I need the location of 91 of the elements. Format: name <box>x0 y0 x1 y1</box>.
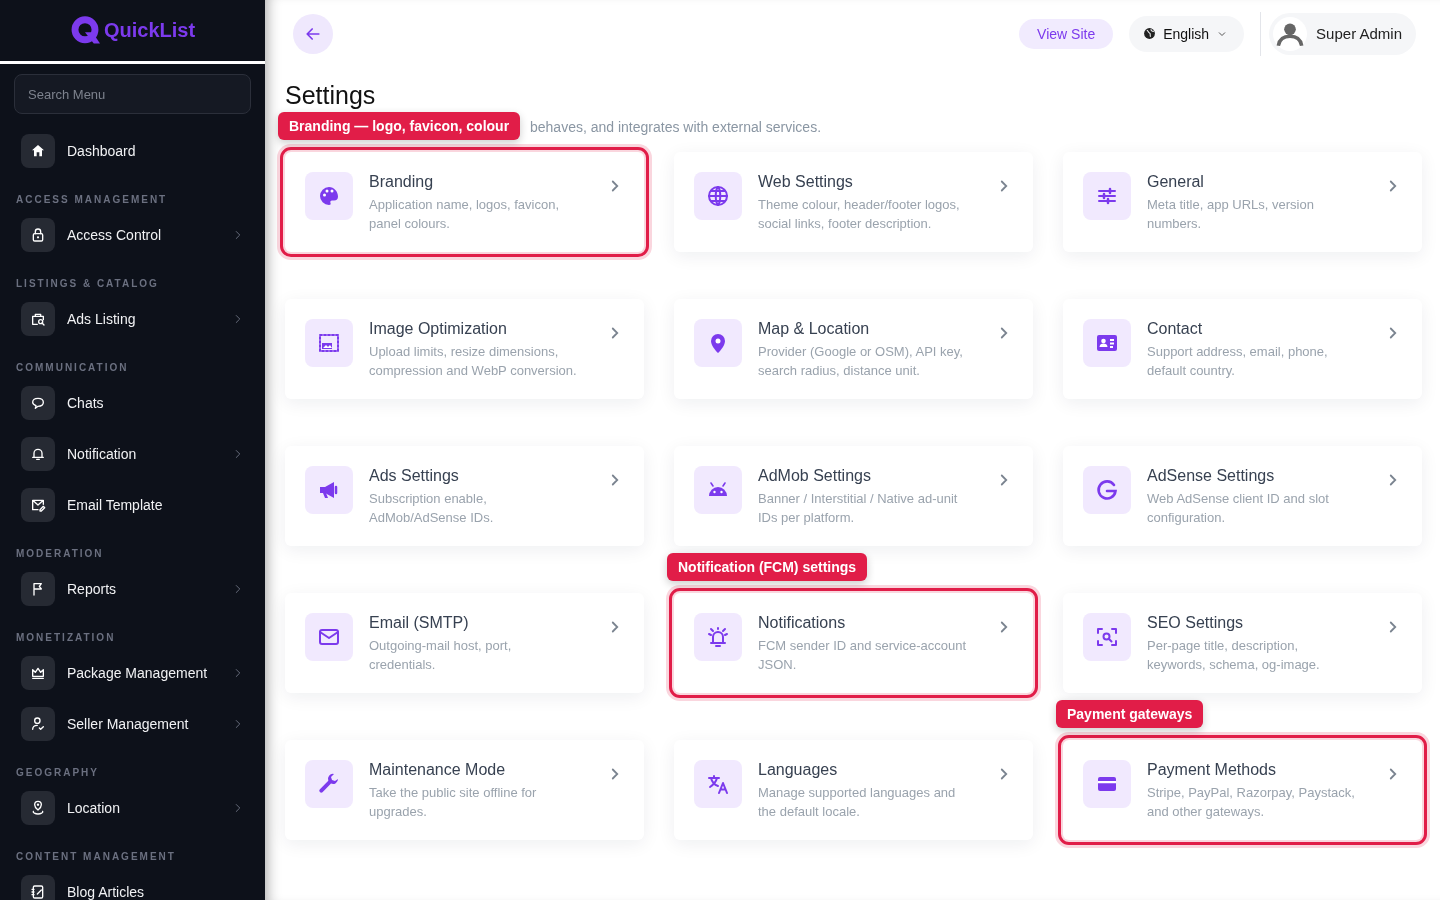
section-heading: LISTINGS & CATALOG <box>16 278 159 289</box>
brand-name: QuickList <box>103 19 196 42</box>
card-title: Branding <box>369 173 434 191</box>
card-title: Web Settings <box>758 173 853 191</box>
settings-card[interactable]: AdMob Settings Banner / Interstitial / Native ad-unit IDs per platform. <box>674 446 1033 546</box>
settings-card[interactable]: Contact Support address, email, phone, default country. <box>1063 299 1422 399</box>
card-description: Take the public site offline for upgrades. <box>369 784 538 821</box>
chat-bubble-icon <box>30 395 46 411</box>
section-heading: GEOGRAPHY <box>16 767 99 778</box>
callout-label: Notification (FCM) settings <box>667 553 868 581</box>
card-description: Stripe, PayPal, Razorpay, Paystack, and other gateways. <box>1147 784 1356 821</box>
translate-icon <box>706 772 730 796</box>
card-description: Outgoing-mail host, port, credentials. <box>369 637 513 674</box>
mail-edit-icon <box>30 497 46 513</box>
section-heading: MODERATION <box>16 548 104 559</box>
card-description: Subscription enable, AdMob/AdSense IDs. <box>369 490 495 527</box>
settings-card[interactable]: General Meta title, app URLs, version numbers. <box>1063 152 1422 252</box>
section-heading: MONETIZATION <box>16 632 116 643</box>
settings-card[interactable]: Web Settings Theme colour, header/footer logos, social links, footer description. <box>674 152 1033 252</box>
globe-icon <box>1143 27 1157 40</box>
user-check-icon <box>30 716 46 732</box>
home-icon <box>30 143 46 159</box>
sidebar-item[interactable]: Seller Management <box>21 707 251 741</box>
sidebar-item[interactable]: Ads Listing <box>21 302 251 336</box>
g-letter-icon <box>1095 478 1119 502</box>
user-menu[interactable]: Super Admin <box>1269 12 1416 55</box>
callout-label: Payment gateways <box>1056 700 1204 728</box>
sidebar-item[interactable]: Reports <box>21 572 251 606</box>
card-title: Email (SMTP) <box>369 614 469 632</box>
settings-card[interactable]: Image Optimization Upload limits, resize dimensions, compression and WebP conversion. <box>285 299 644 399</box>
scan-search-icon <box>1095 625 1119 649</box>
sidebar-item[interactable]: Package Management <box>21 656 251 690</box>
location-pin-icon <box>30 800 46 816</box>
crown-icon <box>30 665 46 681</box>
card-title: Contact <box>1147 320 1203 338</box>
logo-icon <box>69 15 100 46</box>
bell-ring-icon <box>706 625 730 649</box>
globe-icon <box>706 184 730 208</box>
sidebar-item[interactable]: Location <box>21 791 251 825</box>
card-description: Banner / Interstitial / Native ad-unit IDs per platform. <box>758 490 959 527</box>
card-description: FCM sender ID and service-account JSON. <box>758 637 968 674</box>
card-description: Provider (Google or OSM), API key, search radius, distance unit. <box>758 343 964 380</box>
image-icon <box>317 331 341 355</box>
card-title: Payment Methods <box>1147 761 1276 779</box>
card-description: Upload limits, resize dimensions, compression and WebP conversion. <box>369 343 578 380</box>
notebook-icon <box>30 884 46 900</box>
card-title: Maintenance Mode <box>369 761 506 779</box>
back-button[interactable] <box>293 13 333 54</box>
card-title: Ads Settings <box>369 467 459 485</box>
card-description: Per-page title, description, keywords, schema, og-image. <box>1147 637 1321 674</box>
settings-card[interactable]: Maintenance Mode Take the public site offline for upgrades. <box>285 740 644 840</box>
section-heading: CONTENT MANAGEMENT <box>16 851 176 862</box>
sidebar-item[interactable]: Notification <box>21 437 251 471</box>
card-title: AdMob Settings <box>758 467 871 485</box>
sidebar-item[interactable]: Dashboard <box>21 134 251 168</box>
section-heading: ACCESS MANAGEMENT <box>16 194 168 205</box>
card-title: SEO Settings <box>1147 614 1244 632</box>
bell-icon <box>30 446 46 462</box>
card-description: Application name, logos, favicon, panel colours. <box>369 196 561 233</box>
settings-card[interactable]: Map & Location Provider (Google or OSM), API key, search radius, distance unit. <box>674 299 1033 399</box>
sidebar-item[interactable]: Chats <box>21 386 251 420</box>
callout-label: Branding — logo, favicon, colour <box>278 112 521 140</box>
settings-card[interactable]: AdSense Settings Web AdSense client ID and slot configuration. <box>1063 446 1422 546</box>
card-description: Theme colour, header/footer logos, social links, footer description. <box>758 196 961 233</box>
card-description: Web AdSense client ID and slot configuration. <box>1147 490 1330 527</box>
card-title: Notifications <box>758 614 846 632</box>
view-site-button[interactable]: View Site <box>1019 18 1114 49</box>
page-subtitle: behaves, and integrates with external services. <box>530 118 822 137</box>
sidebar-item[interactable]: Blog Articles <box>21 875 251 900</box>
card-title: Image Optimization <box>369 320 507 338</box>
lock-icon <box>30 227 46 243</box>
sidebar-item[interactable]: Email Template <box>21 488 251 522</box>
card-description: Support address, email, phone, default country. <box>1147 343 1329 380</box>
settings-card[interactable]: Ads Settings Subscription enable, AdMob/AdSense IDs. <box>285 446 644 546</box>
card-description: Manage supported languages and the default locale. <box>758 784 957 821</box>
search-field[interactable]: Search Menu <box>14 74 251 114</box>
card-description: Meta title, app URLs, version numbers. <box>1147 196 1315 233</box>
card-title: AdSense Settings <box>1147 467 1275 485</box>
page-title: Settings <box>285 81 377 110</box>
palette-icon <box>317 184 341 208</box>
bag-search-icon <box>30 311 46 327</box>
card-title: Languages <box>758 761 838 779</box>
card-title: General <box>1147 173 1204 191</box>
section-heading: COMMUNICATION <box>16 362 129 373</box>
settings-card[interactable]: Languages Manage supported languages and the default locale. <box>674 740 1033 840</box>
settings-card[interactable]: SEO Settings Per-page title, description, keywords, schema, og-image. <box>1063 593 1422 693</box>
sidebar-item[interactable]: Access Control <box>21 218 251 252</box>
wrench-icon <box>317 772 341 796</box>
settings-card[interactable]: Email (SMTP) Outgoing-mail host, port, credentials. <box>285 593 644 693</box>
language-selector[interactable]: English <box>1129 15 1245 52</box>
card-title: Map & Location <box>758 320 870 338</box>
